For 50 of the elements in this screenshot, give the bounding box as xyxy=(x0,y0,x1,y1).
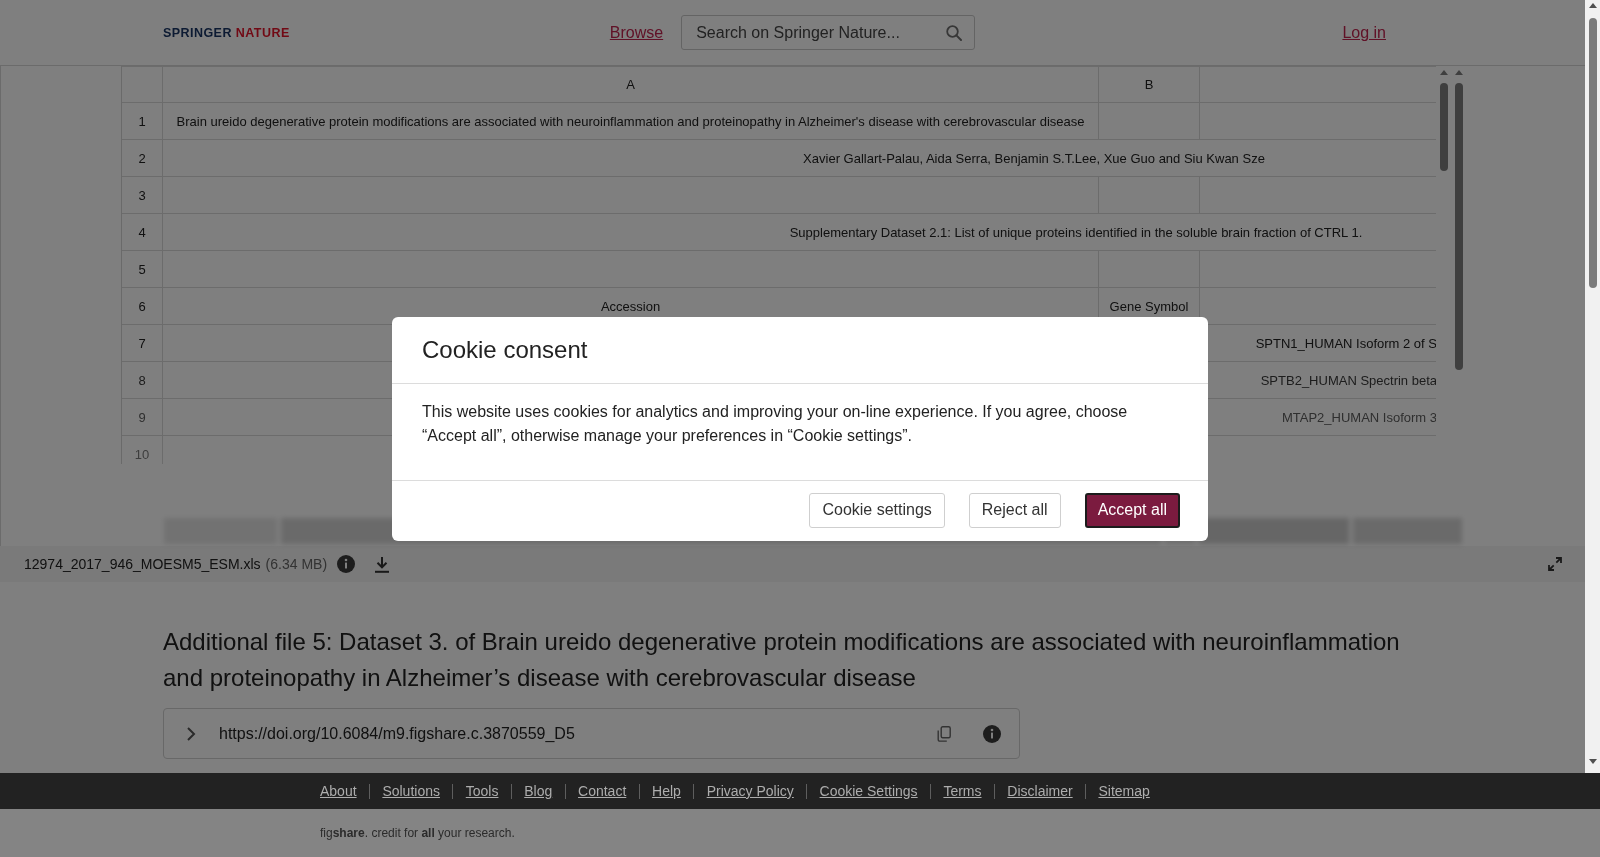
footer-link[interactable]: Tools xyxy=(465,783,499,799)
dialog-button[interactable]: Accept all xyxy=(1084,492,1180,528)
info-icon[interactable] xyxy=(337,555,356,573)
footer-link[interactable]: Help xyxy=(652,783,681,799)
info-icon[interactable] xyxy=(983,724,1001,743)
search-field[interactable]: Search on Springer Nature... xyxy=(681,15,976,50)
expand-icon[interactable] xyxy=(1548,557,1562,571)
file-size: (6.34 MB) xyxy=(265,556,328,572)
scroll-up-icon[interactable] xyxy=(1588,3,1597,8)
copy-icon[interactable] xyxy=(937,725,951,742)
chevron-right-icon[interactable] xyxy=(186,725,196,742)
row-number: 6 xyxy=(122,288,163,325)
scroll-down-icon[interactable] xyxy=(1588,759,1597,764)
footer-link[interactable]: Privacy Policy xyxy=(706,783,794,799)
row-number: 4 xyxy=(122,214,163,251)
tagline: figshare. credit for all your research. xyxy=(320,826,515,840)
footer-link[interactable]: Disclaimer xyxy=(1007,783,1073,799)
scrollbar-thumb[interactable] xyxy=(1588,18,1597,288)
footer-link[interactable]: Blog xyxy=(524,783,553,799)
row-number: 5 xyxy=(122,251,163,288)
dialog-message: This website uses cookies for analytics and improving your on-line experience. If you agree, choose “Accept all”, otherwise manage your preferences in “Cookie settings”. xyxy=(422,401,1129,446)
item-title: Additional file 5: Dataset 3. of Brain ureido degenerative protein modifications are associated with neuroinflammation and proteinopathy in Alzheimer’s disease with cerebrovascular disease xyxy=(163,627,1401,693)
doi-link[interactable]: https://doi.org/10.6084/m9.figshare.c.3870559_D5 xyxy=(219,724,575,743)
column-header[interactable]: B xyxy=(1099,66,1200,103)
dialog-title: Cookie consent xyxy=(422,335,588,364)
footer-link[interactable]: Contact xyxy=(578,783,627,799)
row-number: 2 xyxy=(122,140,163,177)
footer-link[interactable]: About xyxy=(320,783,357,799)
table-cell: Xavier Gallart-Palau, Aida Serra, Benjamin S.T.Lee, Xue Guo and Siu Kwan Sze xyxy=(163,140,1436,177)
scrollbar-thumb[interactable] xyxy=(1439,83,1448,171)
row-number: 7 xyxy=(122,325,163,362)
scrollbar-thumb[interactable] xyxy=(1454,83,1463,370)
footer-link[interactable]: Solutions xyxy=(382,783,440,799)
row-number: 10 xyxy=(122,436,163,464)
file-name: 12974_2017_946_MOESM5_ESM.xls xyxy=(24,556,261,572)
column-header[interactable]: A xyxy=(163,66,1099,103)
table-cell: Supplementary Dataset 2.1: List of unique proteins identified in the soluble brain fraction of CTRL 1. xyxy=(163,214,1436,251)
dialog-button[interactable]: Cookie settings xyxy=(809,492,945,528)
logo[interactable]: SPRINGER NATURE xyxy=(163,25,290,40)
row-number: 8 xyxy=(122,362,163,399)
row-number: 9 xyxy=(122,399,163,436)
dialog-button[interactable]: Reject all xyxy=(968,492,1061,528)
footer-link[interactable]: Cookie Settings xyxy=(819,783,918,799)
row-number: 1 xyxy=(122,103,163,140)
download-icon[interactable] xyxy=(374,555,391,573)
search-icon[interactable] xyxy=(946,25,963,41)
table-cell: Brain ureido degenerative protein modifications are associated with neuroinflammation and proteinopathy in Alzheimer's disease with cerebrovascular disease xyxy=(163,103,1099,140)
row-number: 3 xyxy=(122,177,163,214)
footer-link[interactable]: Sitemap xyxy=(1098,783,1150,799)
footer-link[interactable]: Terms xyxy=(943,783,982,799)
